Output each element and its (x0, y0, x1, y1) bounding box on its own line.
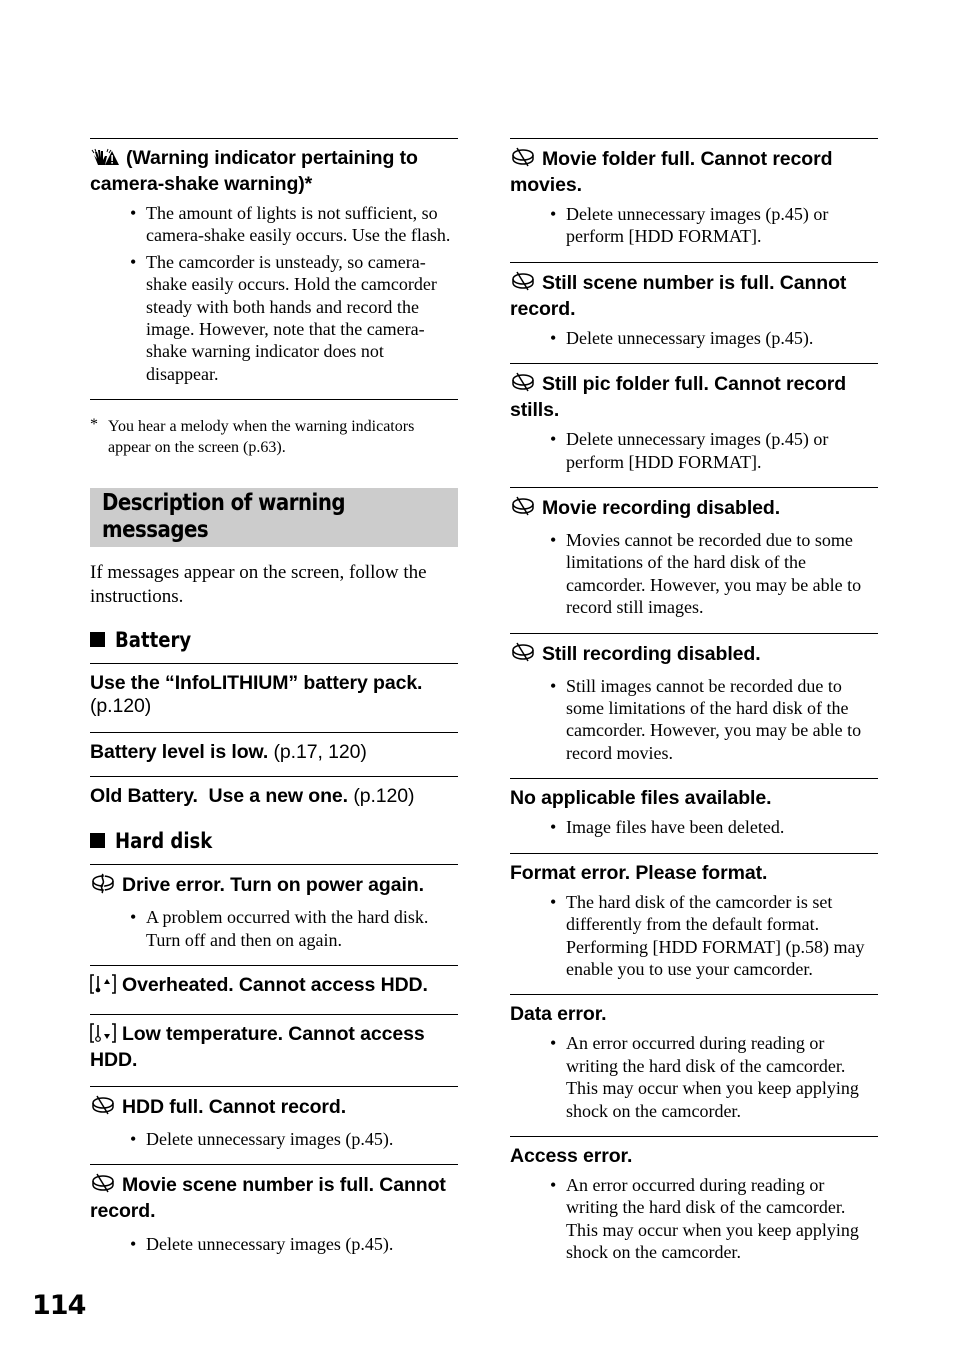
bullet-item: An error occurred during reading or writ… (550, 1174, 878, 1264)
message-entry: Movie recording disabled. Movies cannot … (510, 487, 878, 633)
hard-disk-entry: Drive error. Turn on power again. A prob… (90, 864, 458, 965)
bullet-item: The amount of lights is not sufficient, … (130, 202, 458, 247)
message-entry: Still pic folder full. Cannot record sti… (510, 363, 878, 487)
footnote-text: You hear a melody when the warning indic… (108, 418, 415, 457)
right-column: Movie folder full. Cannot record movies.… (510, 138, 878, 1278)
bullet-item: The camcorder is unsteady, so camera-sha… (130, 251, 458, 385)
hdd-full-icon (510, 271, 536, 298)
battery-entry: Use the “InfoLITHIUM” battery pack. (p.12… (90, 663, 458, 732)
hard-disk-entry: Overheated. Cannot access HDD. (90, 965, 458, 1014)
square-bullet-icon (90, 833, 105, 849)
intro-text: If messages appear on the screen, follow… (90, 562, 427, 608)
bullet-item: Delete unnecessary images (p.45) or perf… (550, 203, 878, 248)
bullet-item: Delete unnecessary images (p.45). (550, 327, 878, 350)
low-temperature-icon (90, 1023, 116, 1049)
message-entry: Movie folder full. Cannot record movies.… (510, 138, 878, 262)
message-entry: Access error. An error occurred during r… (510, 1135, 878, 1278)
hdd-full-icon (510, 147, 536, 174)
hard-disk-entry: Movie scene number is full. Cannot recor… (90, 1164, 458, 1269)
left-column: (Warning indicator pertaining to camera-… (90, 138, 458, 1270)
hdd-full-icon (510, 372, 536, 399)
message-entry: Still recording disabled. Still images c… (510, 632, 878, 779)
square-bullet-icon (90, 632, 105, 648)
bullet-item: Delete unnecessary images (p.45). (130, 1128, 458, 1151)
battery-heading: Battery (90, 627, 458, 653)
battery-entry: Battery level is low. (p.17, 120) (90, 732, 458, 776)
bullet-item: Delete unnecessary images (p.45) or perf… (550, 428, 878, 473)
bullet-item: A problem occurred with the hard disk. T… (130, 906, 458, 951)
hdd-full-icon (90, 1095, 116, 1122)
bullet-item: An error occurred during reading or writ… (550, 1032, 878, 1122)
hard-disk-heading: Hard disk (90, 828, 458, 854)
hard-disk-entry: Low temperature. Cannot access HDD. (90, 1014, 458, 1086)
footnote-marker: * (90, 416, 98, 434)
bullet-item: Image files have been deleted. (550, 816, 878, 839)
message-entry: Data error. An error occurred during rea… (510, 994, 878, 1136)
overheat-icon (90, 974, 116, 1000)
message-entry: Still scene number is full. Cannot recor… (510, 261, 878, 363)
camera-shake-entry: (Warning indicator pertaining to camera-… (90, 138, 458, 399)
bullet-item: Movies cannot be recorded due to some li… (550, 529, 878, 619)
hdd-full-icon (510, 496, 536, 523)
hard-disk-entry: HDD full. Cannot record. Delete unnecess… (90, 1086, 458, 1164)
divider (90, 399, 458, 401)
bullet-item: Delete unnecessary images (p.45). (130, 1233, 458, 1256)
bullet-item: Still images cannot be recorded due to s… (550, 675, 878, 765)
message-entry: Format error. Please format. The hard di… (510, 852, 878, 995)
bullet-item: The hard disk of the camcorder is set di… (550, 891, 878, 981)
battery-entry: Old Battery. Use a new one. (p.120) (90, 776, 458, 810)
footnote: * You hear a melody when the warning ind… (90, 416, 458, 458)
drive-error-icon (90, 873, 116, 900)
section-title: Description of warning messages (90, 488, 458, 548)
camera-shake-warning-icon (90, 147, 120, 173)
bullet-list: The amount of lights is not sufficient, … (90, 202, 458, 385)
page-number: 114 (32, 1290, 86, 1321)
hdd-full-icon (90, 1173, 116, 1200)
hdd-full-icon (510, 641, 536, 669)
entry-heading: (Warning indicator pertaining to camera-… (90, 147, 418, 195)
message-entry: No applicable files available. Image fil… (510, 778, 878, 852)
